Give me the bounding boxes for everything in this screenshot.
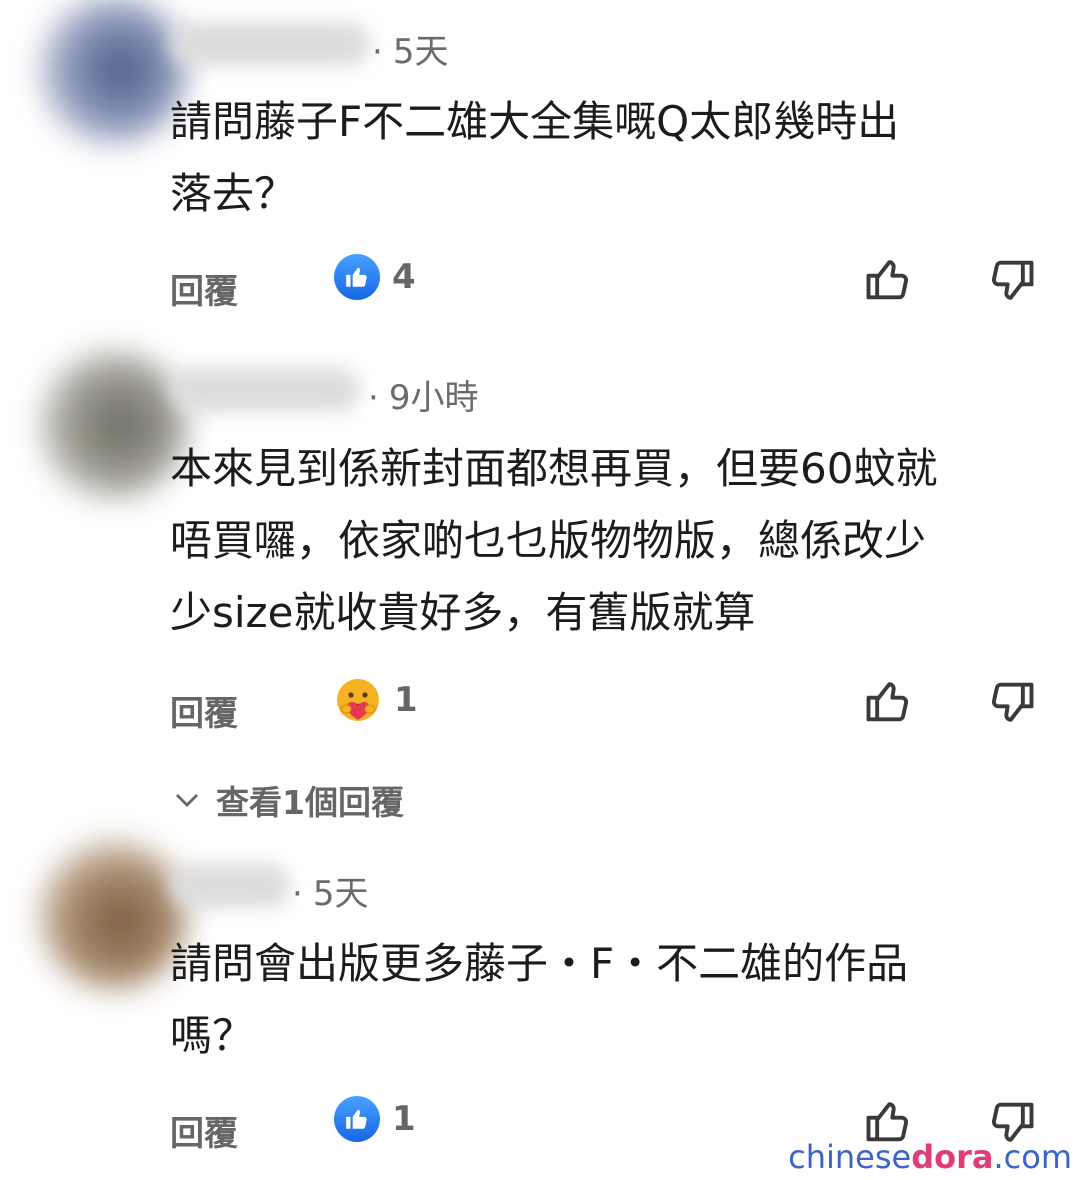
view-replies-label: 查看1個回覆	[216, 783, 404, 822]
reply-button[interactable]: 回覆	[170, 1106, 238, 1155]
avatar[interactable]	[38, 840, 188, 990]
comment-text-line: 本來見到係新封面都想再買，但要60蚊就	[170, 444, 938, 493]
comment-meta: · 5天	[292, 874, 369, 914]
comment-time: 5天	[312, 874, 369, 914]
comment-text-line: 請問藤子F不二雄大全集嘅Q太郎幾時出	[170, 97, 900, 146]
comment-text: 請問會出版更多藤子・F・不二雄的作品 嗎？	[170, 928, 1050, 1072]
reply-button[interactable]: 回覆	[170, 264, 238, 313]
comment-text: 本來見到係新封面都想再買，但要60蚊就 唔買囉，依家啲乜乜版物物版，總係改少 少…	[170, 433, 1050, 649]
username-blurred[interactable]	[170, 368, 360, 412]
thumbs-up-icon[interactable]	[862, 676, 914, 728]
avatar[interactable]	[38, 0, 188, 145]
reaction-count: 4	[392, 257, 416, 297]
comment-time: 9小時	[388, 378, 479, 418]
reaction-count: 1	[394, 680, 418, 720]
comment-time: 5天	[392, 32, 449, 72]
avatar[interactable]	[38, 350, 188, 500]
reaction-count: 1	[392, 1099, 416, 1139]
reply-button[interactable]: 回覆	[170, 686, 238, 735]
watermark-part: dora	[911, 1138, 994, 1176]
comment-text-line: 唔買囉，依家啲乜乜版物物版，總係改少	[170, 516, 927, 565]
like-icon	[334, 1096, 380, 1142]
comment-text-line: 請問會出版更多藤子・F・不二雄的作品	[170, 939, 909, 988]
view-replies-button[interactable]: 查看1個回覆	[172, 776, 404, 824]
reaction-summary[interactable]: 4	[334, 254, 416, 300]
comment-text: 請問藤子F不二雄大全集嘅Q太郎幾時出 落去？	[170, 86, 1050, 230]
comment-text-line: 落去？	[170, 169, 297, 218]
comment-text-line: 嗎？	[170, 1011, 255, 1060]
chevron-down-icon	[176, 794, 198, 807]
watermark-part: .com	[993, 1138, 1072, 1176]
thumbs-down-icon[interactable]	[986, 254, 1038, 306]
comment-meta: · 9小時	[368, 378, 479, 418]
watermark: chinesedora.com	[788, 1138, 1072, 1176]
comment-meta: · 5天	[372, 32, 449, 72]
comment-text-line: 少size就收貴好多，有舊版就算	[170, 588, 756, 637]
watermark-part: chinese	[788, 1138, 912, 1176]
username-blurred[interactable]	[170, 22, 370, 66]
thumbs-up-icon[interactable]	[862, 254, 914, 306]
username-blurred[interactable]	[170, 864, 290, 908]
care-icon	[337, 679, 379, 721]
reaction-summary[interactable]: 1	[334, 1096, 416, 1142]
like-icon	[334, 254, 380, 300]
reaction-summary[interactable]: 1	[334, 676, 418, 724]
thumbs-down-icon[interactable]	[986, 676, 1038, 728]
